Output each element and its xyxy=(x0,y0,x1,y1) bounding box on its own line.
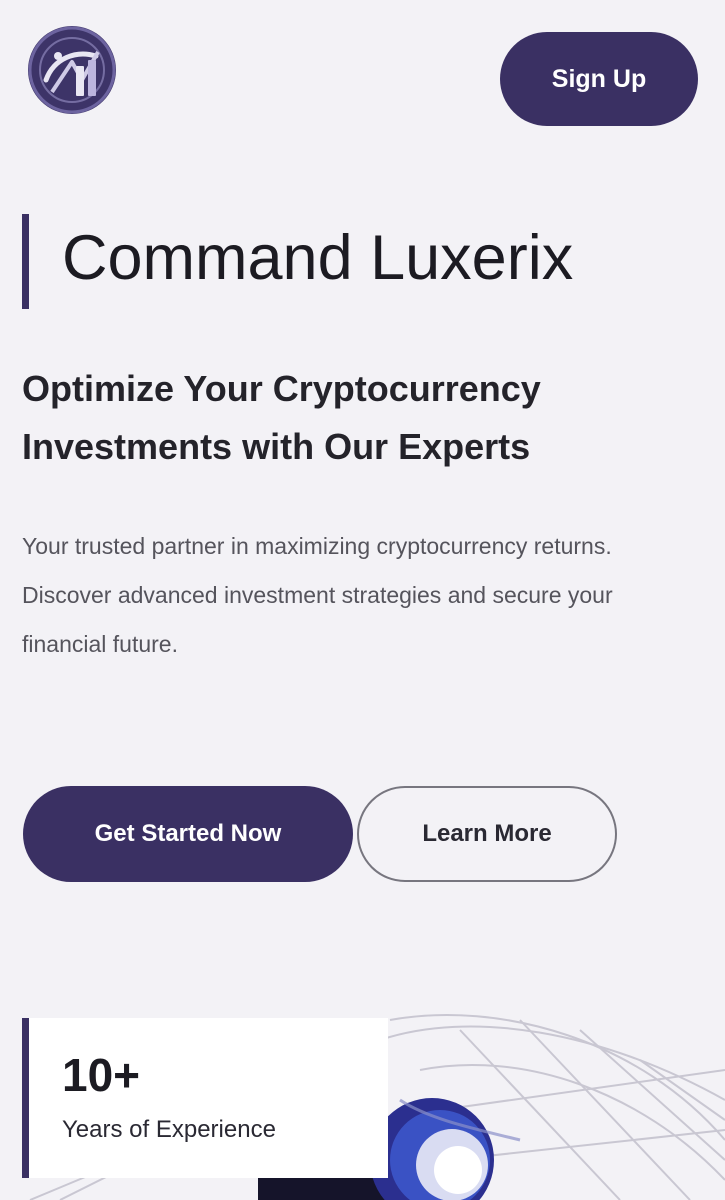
get-started-button[interactable]: Get Started Now xyxy=(23,786,353,882)
hero-description: Your trusted partner in maximizing crypt… xyxy=(22,533,613,657)
stat-accent-bar xyxy=(22,1018,29,1178)
stat-value: 10+ xyxy=(62,1049,141,1101)
stat-label: Years of Experience xyxy=(62,1116,276,1143)
site-header: Sign Up xyxy=(0,0,725,130)
crypto-logo-icon[interactable] xyxy=(24,22,120,118)
title-accent-bar xyxy=(22,214,29,309)
learn-more-button[interactable]: Learn More xyxy=(357,786,617,882)
page-title: Command Luxerix xyxy=(62,223,574,293)
hero-subtitle: Optimize Your Cryptocurrency Investments… xyxy=(22,368,541,467)
hero-title-block: Command Luxerix xyxy=(22,214,712,309)
sign-up-button[interactable]: Sign Up xyxy=(500,32,698,126)
experience-stat-card: 10+ Years of Experience xyxy=(22,1018,388,1178)
